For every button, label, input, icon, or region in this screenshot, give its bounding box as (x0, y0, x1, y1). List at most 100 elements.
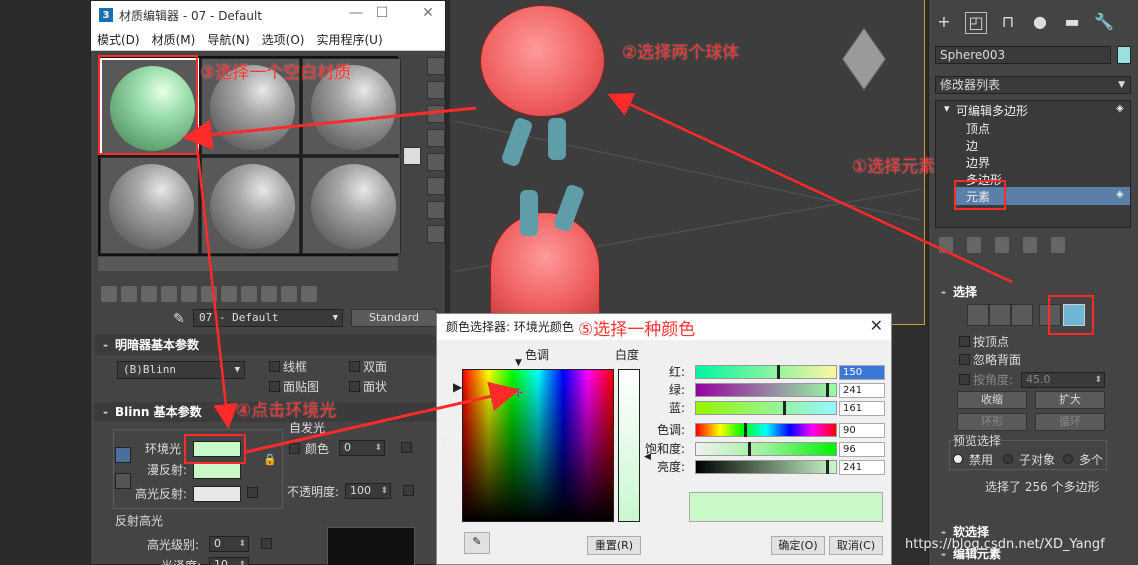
color-selector-dialog[interactable]: 颜色选择器: 环境光颜色 ✕ 色调 ▼ 白度 ▶ ✢ ◀ 红: 150 绿: 241 蓝… (436, 313, 892, 565)
ring-button[interactable]: 环形 (957, 413, 1027, 431)
by-angle-checkbox[interactable] (959, 374, 970, 385)
display-tab-icon[interactable]: ▬ (1061, 12, 1083, 34)
face-map-checkbox[interactable] (269, 381, 280, 392)
color-row-value[interactable]: 150 (839, 365, 885, 380)
border-subobject-icon[interactable] (1011, 304, 1033, 326)
motion-tab-icon[interactable]: ● (1029, 12, 1051, 34)
preview-multi-radio[interactable] (1063, 454, 1073, 464)
get-material-icon[interactable] (101, 286, 117, 302)
menu-navigation[interactable]: 导航(N) (207, 31, 249, 48)
menu-utilities[interactable]: 实用程序(U) (316, 31, 382, 48)
put-material-icon[interactable] (121, 286, 137, 302)
background-icon[interactable] (427, 105, 445, 123)
ok-button[interactable]: 确定(O) (771, 536, 825, 555)
stack-item-editable-poly[interactable]: 可编辑多边形 (956, 102, 1028, 119)
color-row-slider[interactable] (695, 460, 837, 474)
slot-scroll-thumb[interactable] (403, 147, 421, 165)
sphere-object-bottom[interactable] (490, 212, 600, 325)
by-vertex-checkbox[interactable] (959, 336, 970, 347)
specular-map-button[interactable] (247, 487, 258, 498)
by-angle-spinner[interactable]: 45.0 (1021, 372, 1105, 388)
reset-button[interactable]: 重置(R) (587, 536, 641, 555)
options-icon[interactable] (427, 201, 445, 219)
maximize-icon[interactable]: ☐ (371, 5, 393, 21)
stack-item-border[interactable]: 边界 (966, 154, 990, 171)
slider-thumb[interactable] (744, 423, 747, 437)
color-row-slider[interactable] (695, 423, 837, 437)
specular-level-map-button[interactable] (261, 538, 272, 549)
slider-thumb[interactable] (826, 460, 829, 474)
lock-icon[interactable]: 🔒 (263, 453, 277, 466)
eyedropper-icon[interactable]: ✎ (464, 532, 490, 554)
make-preview-icon[interactable] (427, 177, 445, 195)
backlight-icon[interactable] (427, 81, 445, 99)
material-id-icon[interactable] (221, 286, 237, 302)
slider-thumb[interactable] (777, 365, 780, 379)
put-library-icon[interactable] (201, 286, 217, 302)
sphere-object-top[interactable] (480, 5, 605, 117)
object-color-swatch[interactable] (1117, 46, 1131, 64)
material-name-field[interactable]: 07 - Default ▼ (193, 309, 343, 327)
eyedropper-icon[interactable]: ✎ (173, 311, 185, 327)
go-forward-icon[interactable] (301, 286, 317, 302)
modifier-list-dropdown[interactable]: 修改器列表 ▼ (935, 76, 1131, 94)
selection-rollout[interactable]: 选择 (933, 282, 1133, 302)
close-icon[interactable]: ✕ (417, 5, 439, 21)
collapse-icon[interactable]: ▾ (944, 102, 950, 115)
specular-level-spinner[interactable]: 0 (209, 536, 249, 552)
reset-material-icon[interactable] (161, 286, 177, 302)
ignore-backfacing-checkbox[interactable] (959, 354, 970, 365)
diffuse-color-swatch[interactable] (193, 463, 241, 479)
two-sided-checkbox[interactable] (349, 361, 360, 372)
utilities-tab-icon[interactable]: 🔧 (1093, 12, 1115, 34)
make-unique-icon[interactable] (995, 237, 1009, 253)
color-row-slider[interactable] (695, 383, 837, 397)
material-type-button[interactable]: Standard (351, 309, 437, 327)
color-row-value[interactable]: 161 (839, 401, 885, 416)
viewcube-icon[interactable] (841, 27, 887, 91)
select-by-material-icon[interactable] (427, 225, 445, 243)
opacity-spinner[interactable]: 100 (345, 483, 391, 499)
preview-subobject-radio[interactable] (1003, 454, 1013, 464)
slider-thumb[interactable] (748, 442, 751, 456)
shrink-button[interactable]: 收缩 (957, 391, 1027, 409)
color-row-value[interactable]: 241 (839, 460, 885, 475)
show-map-icon[interactable] (241, 286, 257, 302)
slots-horizontal-scrollbar[interactable] (98, 257, 398, 271)
wire-checkbox[interactable] (269, 361, 280, 372)
menu-options[interactable]: 选项(O) (262, 31, 305, 48)
sample-slot-4[interactable] (100, 157, 199, 254)
self-illum-color-checkbox[interactable] (289, 443, 300, 454)
preview-off-radio[interactable] (953, 454, 963, 464)
color-row-value[interactable]: 241 (839, 383, 885, 398)
shader-type-dropdown[interactable]: (B)Blinn ▼ (117, 361, 245, 379)
sample-slot-6[interactable] (302, 157, 401, 254)
video-color-check-icon[interactable] (427, 153, 445, 171)
slider-thumb[interactable] (783, 401, 786, 415)
slider-thumb[interactable] (826, 383, 829, 397)
grow-button[interactable]: 扩大 (1035, 391, 1105, 409)
hierarchy-tab-icon[interactable]: ⊓ (997, 12, 1019, 34)
lock-diffuse-specular-icon[interactable] (115, 473, 131, 489)
configure-sets-icon[interactable] (1051, 237, 1065, 253)
menu-material[interactable]: 材质(M) (152, 31, 196, 48)
color-row-slider[interactable] (695, 401, 837, 415)
whiteness-slider[interactable] (618, 369, 640, 522)
color-row-slider[interactable] (695, 442, 837, 456)
object-name-field[interactable]: Sphere003 (935, 46, 1111, 64)
close-icon[interactable]: ✕ (870, 316, 883, 335)
color-row-value[interactable]: 96 (839, 442, 885, 457)
opacity-map-button[interactable] (403, 485, 414, 496)
make-unique-icon[interactable] (181, 286, 197, 302)
lock-ambient-diffuse-icon[interactable] (115, 447, 131, 463)
sample-slot-5[interactable] (201, 157, 300, 254)
show-end-result-icon[interactable] (261, 286, 277, 302)
pin-stack-icon[interactable] (939, 237, 953, 253)
modify-tab-icon[interactable]: ◰ (965, 12, 987, 34)
color-row-slider[interactable] (695, 365, 837, 379)
faceted-checkbox[interactable] (349, 381, 360, 392)
sample-type-icon[interactable] (427, 57, 445, 75)
glossiness-spinner[interactable]: 10 (209, 557, 249, 565)
loop-button[interactable]: 循环 (1035, 413, 1105, 431)
vertex-subobject-icon[interactable] (967, 304, 989, 326)
